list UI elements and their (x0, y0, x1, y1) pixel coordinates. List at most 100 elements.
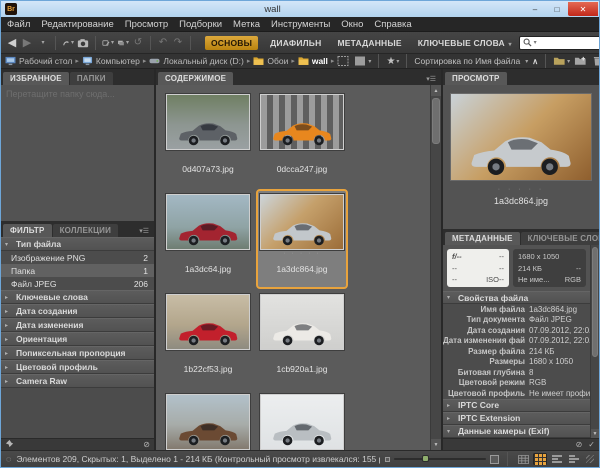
workspace-tab-2[interactable]: МЕТАДАННЫЕ (333, 36, 405, 50)
menu-item-0[interactable]: Файл (7, 19, 30, 30)
scroll-up-icon[interactable]: ▲ (431, 85, 441, 96)
preview-rating-dots[interactable]: · · · · · (498, 186, 544, 193)
preview-quality-icon[interactable]: ▾ (354, 53, 371, 69)
grid-item[interactable]: 1cb920a1.jpg (256, 289, 348, 389)
pin-filter-icon[interactable] (5, 439, 14, 450)
sort-label[interactable]: Сортировка по Имя файла (414, 56, 520, 66)
grid-lock-view-icon[interactable] (516, 453, 530, 465)
apply-icon[interactable]: ✓ (588, 441, 595, 449)
filter-group-2[interactable]: ▸Дата создания (1, 304, 154, 318)
grid-item[interactable]: 0d407a73.jpg (162, 89, 254, 189)
tab-preview[interactable]: ПРОСМОТР (445, 72, 507, 85)
camera-import-icon[interactable] (77, 35, 89, 51)
search-box[interactable]: ▾ (519, 36, 600, 50)
grid-item[interactable]: 2baa83b2.jpg (256, 389, 348, 450)
breadcrumb-item-0[interactable]: Рабочий стол (5, 56, 72, 66)
filter-item-0-0[interactable]: Изображение PNG2 (1, 251, 154, 264)
list-view-icon[interactable] (567, 453, 581, 465)
sort-ascending-icon[interactable]: ∧ (532, 57, 538, 66)
filter-group-0[interactable]: ▾Тип файла (1, 237, 154, 251)
grid-item[interactable]: 0dcca247.jpg (256, 89, 348, 189)
scroll-thumb[interactable] (432, 98, 440, 144)
back-icon[interactable]: ◀ (6, 35, 18, 51)
trash-icon[interactable] (591, 53, 600, 69)
smaller-thumbnails-icon[interactable] (385, 457, 390, 462)
boomerang-icon[interactable]: ▾ (62, 35, 74, 51)
forward-icon[interactable]: ▶ (21, 35, 33, 51)
resize-grip[interactable] (586, 455, 594, 463)
filter-group-6[interactable]: ▸Цветовой профиль (1, 360, 154, 374)
tab-metadata-0[interactable]: МЕТАДАННЫЕ (445, 232, 520, 245)
rotate-ccw-icon[interactable]: ↶ (157, 35, 169, 51)
tab-favorites-1[interactable]: ПАПКИ (70, 72, 113, 85)
workspace-tab-3[interactable]: КЛЮЧЕВЫЕ СЛОВА ▾ (414, 36, 516, 50)
metadata-scroll-down-icon[interactable]: ▼ (591, 429, 599, 438)
metadata-section-2[interactable]: ▾Данные камеры (Exif) (443, 425, 590, 438)
cancel-icon[interactable]: ⊘ (576, 441, 583, 449)
breadcrumb-item-4[interactable]: wall (298, 56, 328, 66)
tab-content[interactable]: СОДЕРЖИМОЕ (158, 72, 233, 85)
filter-group-4[interactable]: ▸Ориентация (1, 332, 154, 346)
rotate-cw-icon[interactable]: ↷ (172, 35, 184, 51)
menu-item-2[interactable]: Просмотр (125, 19, 168, 30)
grid-item[interactable]: 1b22cf53.jpg (162, 289, 254, 389)
grid-item[interactable]: 2a0a7376.jpg (162, 389, 254, 450)
sort-dropdown-icon[interactable]: ▾ (525, 58, 528, 65)
thumbnail-view-icon[interactable] (533, 453, 547, 465)
search-dropdown-icon[interactable]: ▾ (534, 39, 537, 46)
filter-group-3[interactable]: ▸Дата изменения (1, 318, 154, 332)
workspace-tab-0[interactable]: ОСНОВЫ (205, 36, 258, 50)
tab-filter-0[interactable]: ФИЛЬТР (3, 224, 52, 237)
larger-thumbnails-icon[interactable] (490, 455, 499, 464)
thumbnail-quality-icon[interactable] (337, 53, 350, 69)
menu-item-7[interactable]: Справка (374, 19, 411, 30)
clear-filter-icon[interactable]: ⊘ (143, 441, 150, 449)
filter-item-0-1[interactable]: Папка1 (1, 264, 154, 277)
grid-item[interactable]: 1a3dc64.jpg (162, 189, 254, 289)
refine-icon[interactable]: ▾ (102, 35, 114, 51)
sync-icon[interactable]: ↺ (132, 35, 144, 51)
breadcrumb-item-1[interactable]: Компьютер (82, 56, 140, 66)
breadcrumb-item-3[interactable]: Обои (253, 56, 288, 66)
chevron-down-icon[interactable]: ▾ (37, 35, 49, 51)
filter-item-0-2[interactable]: Файл JPEG206 (1, 277, 154, 290)
filter-group-5[interactable]: ▸Попиксельная пропорция (1, 346, 154, 360)
star-filter-icon[interactable]: ★▾ (386, 53, 399, 69)
content-scrollbar[interactable]: ▲ ▼ (430, 85, 441, 450)
tab-favorites-0[interactable]: ИЗБРАННОЕ (3, 72, 69, 85)
favorites-body[interactable]: Перетащите папку сюда... (1, 85, 154, 221)
output-stack-icon[interactable]: ▾ (117, 35, 129, 51)
metadata-section-1[interactable]: ▸IPTC Extension (443, 412, 590, 425)
menu-item-5[interactable]: Инструменты (271, 19, 330, 30)
search-input[interactable] (539, 38, 600, 48)
metadata-section-0[interactable]: ▸IPTC Core (443, 399, 590, 412)
metadata-scrollbar[interactable]: ▼ (590, 245, 599, 438)
detail-view-icon[interactable] (550, 453, 564, 465)
open-folder-icon[interactable]: ▾ (553, 53, 570, 69)
thumbnail-size-slider[interactable] (394, 458, 486, 460)
tab-metadata-1[interactable]: КЛЮЧЕВЫЕ СЛОВА (521, 232, 600, 245)
panel-menu-icon[interactable]: ▾☰ (139, 227, 152, 237)
grid-item-selected[interactable]: · · · · ·1a3dc864.jpg (256, 189, 348, 289)
maximize-button[interactable]: □ (546, 2, 568, 16)
title-bar[interactable]: Br wall – □ ✕ (1, 1, 599, 17)
close-button[interactable]: ✕ (568, 2, 598, 16)
menu-item-1[interactable]: Редактирование (41, 19, 113, 30)
metadata-scroll-thumb[interactable] (592, 247, 598, 357)
tab-filter-1[interactable]: КОЛЛЕКЦИИ (53, 224, 119, 237)
minimize-button[interactable]: – (524, 2, 546, 16)
menu-item-6[interactable]: Окно (341, 19, 363, 30)
menu-item-4[interactable]: Метка (233, 19, 260, 30)
workspace-tab-1[interactable]: ДИАФИЛЬН (266, 36, 325, 50)
filter-group-7[interactable]: ▸Camera Raw (1, 374, 154, 388)
breadcrumb-item-2[interactable]: Локальный диск (D:) (149, 56, 243, 66)
filter-group-1[interactable]: ▸Ключевые слова (1, 290, 154, 304)
slider-handle[interactable] (422, 455, 429, 462)
preview-image[interactable] (450, 93, 592, 181)
scroll-track[interactable] (431, 96, 441, 439)
scroll-down-icon[interactable]: ▼ (431, 439, 441, 450)
new-folder-icon[interactable] (574, 53, 587, 69)
metadata-section-file-properties[interactable]: ▾Свойства файла (443, 291, 590, 304)
panel-menu-icon[interactable]: ▾☰ (426, 75, 439, 85)
menu-item-3[interactable]: Подборки (179, 19, 222, 30)
